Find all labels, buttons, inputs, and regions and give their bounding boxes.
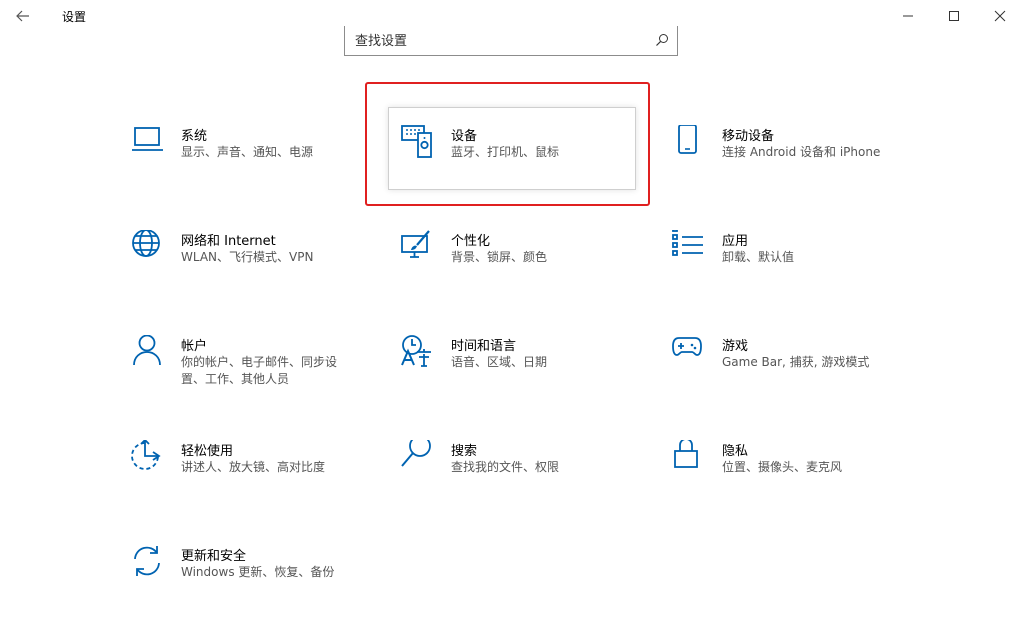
- tile-title: 系统: [181, 129, 208, 144]
- window-title: 设置: [62, 10, 87, 24]
- tile-devices[interactable]: 设备 蓝牙、打印机、鼠标: [401, 125, 631, 195]
- maximize-icon: [949, 11, 959, 21]
- phone-icon: [678, 125, 697, 154]
- tile-title: 移动设备: [722, 129, 775, 144]
- tile-title: 游戏: [722, 339, 749, 354]
- lock-icon: [674, 440, 698, 468]
- tile-title: 时间和语言: [451, 339, 517, 354]
- tile-desc: 蓝牙、打印机、鼠标: [451, 145, 560, 159]
- tile-desc: 语音、区域、日期: [451, 355, 548, 369]
- apps-list-icon: [672, 230, 703, 256]
- gamepad-icon: [672, 337, 702, 356]
- tile-apps[interactable]: 应用 卸载、默认值: [672, 230, 902, 300]
- tile-desc: Game Bar, 捕获, 游戏模式: [722, 355, 870, 369]
- tile-title: 个性化: [451, 234, 491, 249]
- sync-icon: [134, 546, 160, 576]
- back-button[interactable]: [8, 4, 38, 28]
- tile-title: 网络和 Internet: [181, 234, 276, 249]
- ease-of-access-icon: [131, 440, 161, 470]
- laptop-icon: [132, 127, 163, 151]
- tile-title: 轻松使用: [181, 444, 234, 459]
- tile-title: 隐私: [722, 444, 749, 459]
- tile-desc: WLAN、飞行模式、VPN: [181, 250, 314, 264]
- maximize-button[interactable]: [931, 0, 977, 32]
- search-box[interactable]: [344, 26, 678, 56]
- close-button[interactable]: [977, 0, 1023, 32]
- person-icon: [133, 335, 161, 366]
- search-icon: [401, 440, 431, 467]
- tile-mobile[interactable]: 移动设备 连接 Android 设备和 iPhone: [672, 125, 902, 195]
- tile-time-language[interactable]: 时间和语言 语音、区域、日期: [401, 335, 631, 405]
- tile-title: 搜索: [451, 444, 478, 459]
- tile-ease-of-access[interactable]: 轻松使用 讲述人、放大镜、高对比度: [131, 440, 361, 510]
- tile-accounts[interactable]: 帐户 你的帐户、电子邮件、同步设置、工作、其他人员: [131, 335, 361, 405]
- tile-update-security[interactable]: 更新和安全 Windows 更新、恢复、备份: [131, 545, 361, 615]
- tile-desc: 你的帐户、电子邮件、同步设置、工作、其他人员: [181, 355, 338, 386]
- tile-title: 更新和安全: [181, 549, 247, 564]
- tile-title: 应用: [722, 234, 749, 249]
- tile-desc: 背景、锁屏、颜色: [451, 250, 548, 264]
- tile-desc: 讲述人、放大镜、高对比度: [181, 460, 326, 474]
- tile-desc: Windows 更新、恢复、备份: [181, 565, 335, 579]
- search-input[interactable]: [355, 30, 645, 52]
- tile-privacy[interactable]: 隐私 位置、摄像头、麦克风: [672, 440, 902, 510]
- tile-personalization[interactable]: 个性化 背景、锁屏、颜色: [401, 230, 631, 300]
- minimize-button[interactable]: [885, 0, 931, 32]
- tile-desc: 位置、摄像头、麦克风: [722, 460, 843, 474]
- tile-desc: 卸载、默认值: [722, 250, 795, 264]
- tile-title: 设备: [451, 129, 478, 144]
- minimize-icon: [903, 15, 913, 17]
- tile-system[interactable]: 系统 显示、声音、通知、电源: [131, 125, 361, 195]
- tile-desc: 查找我的文件、权限: [451, 460, 560, 474]
- magnifier-icon[interactable]: [655, 33, 669, 47]
- tile-gaming[interactable]: 游戏 Game Bar, 捕获, 游戏模式: [672, 335, 902, 405]
- time-language-icon: [401, 335, 431, 367]
- globe-icon: [132, 230, 160, 257]
- arrow-left-icon: [16, 10, 29, 22]
- personalization-icon: [401, 230, 430, 258]
- tile-title: 帐户: [181, 339, 208, 354]
- close-icon: [994, 10, 1006, 22]
- tile-desc: 显示、声音、通知、电源: [181, 145, 314, 159]
- tile-desc: 连接 Android 设备和 iPhone: [722, 145, 881, 159]
- tile-network[interactable]: 网络和 Internet WLAN、飞行模式、VPN: [131, 230, 361, 300]
- devices-icon: [401, 125, 432, 158]
- tile-search[interactable]: 搜索 查找我的文件、权限: [401, 440, 631, 510]
